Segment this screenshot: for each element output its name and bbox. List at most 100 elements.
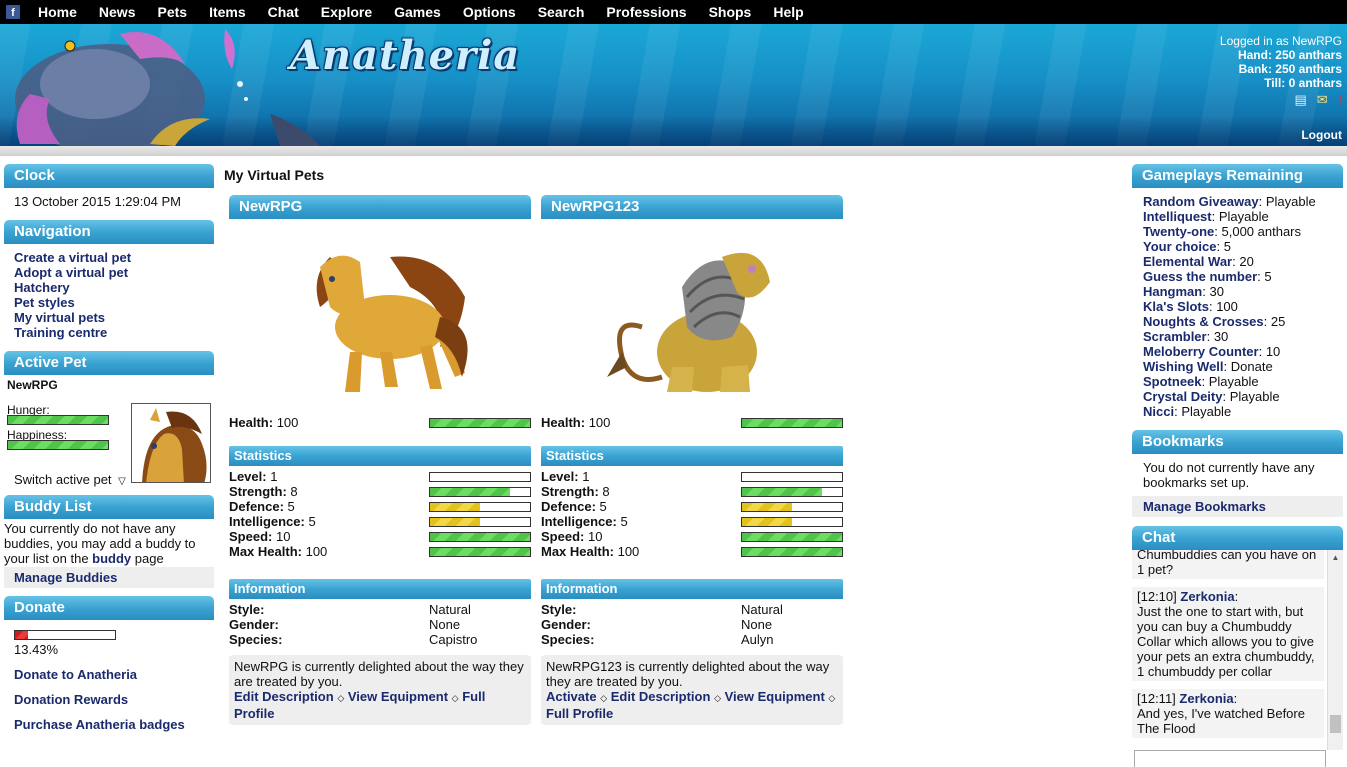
pet-image-capistro[interactable]	[290, 227, 470, 407]
gameplay-item: Random Giveaway: Playable	[1143, 194, 1316, 209]
view-equipment-link[interactable]: View Equipment	[725, 689, 825, 704]
buddy-page-link[interactable]: buddy	[92, 551, 131, 566]
navigation-title: Navigation	[4, 220, 214, 244]
pet-image-aulyn[interactable]	[602, 227, 782, 407]
bookmarks-panel: Bookmarks You do not currently have any …	[1132, 430, 1343, 517]
gameplay-item: Crystal Deity: Playable	[1143, 389, 1280, 404]
edit-description-link[interactable]: Edit Description	[234, 689, 334, 704]
nav-explore[interactable]: Explore	[321, 4, 372, 20]
nav-chat[interactable]: Chat	[268, 4, 299, 20]
health-bar-fill	[742, 418, 842, 427]
mail-icon[interactable]: ✉	[1317, 93, 1328, 107]
nav-professions[interactable]: Professions	[606, 4, 686, 20]
gameplay-link[interactable]: Intelliquest	[1143, 209, 1212, 224]
nav-my-pets[interactable]: My virtual pets	[14, 310, 204, 325]
diamond-separator-icon: ◇	[337, 693, 345, 703]
purchase-badges-link[interactable]: Purchase Anatheria badges	[14, 717, 204, 732]
switch-active-pet[interactable]: Switch active pet ▽	[14, 472, 126, 487]
manage-bookmarks-link[interactable]: Manage Bookmarks	[1143, 499, 1266, 514]
view-equipment-link[interactable]: View Equipment	[348, 689, 448, 704]
gameplay-value: Playable	[1181, 404, 1232, 419]
info-label: Species:	[541, 632, 595, 647]
edit-description-link[interactable]: Edit Description	[611, 689, 711, 704]
scrollbar-thumb[interactable]	[1330, 715, 1341, 733]
gameplay-link[interactable]: Spotneek	[1143, 374, 1202, 389]
stat-value: 10	[587, 529, 603, 544]
gameplay-value: 10	[1265, 344, 1281, 359]
gameplay-item: Your choice: 5	[1143, 239, 1231, 254]
gameplay-link[interactable]: Guess the number	[1143, 269, 1257, 284]
donation-rewards-link[interactable]: Donation Rewards	[14, 692, 204, 707]
pet-name-header[interactable]: NewRPG	[229, 195, 531, 219]
nav-options[interactable]: Options	[463, 4, 516, 20]
gameplay-link[interactable]: Crystal Deity	[1143, 389, 1222, 404]
nav-create-pet[interactable]: Create a virtual pet	[14, 250, 204, 265]
chat-message-text: Just the one to start with, but you can …	[1137, 604, 1315, 679]
information-header: Information	[229, 579, 531, 599]
gameplay-link[interactable]: Twenty-one	[1143, 224, 1214, 239]
gameplay-value: Playable	[1265, 194, 1316, 209]
facebook-icon[interactable]: f	[6, 5, 20, 19]
chat-input[interactable]	[1134, 750, 1326, 767]
gameplay-item: Wishing Well: Donate	[1143, 359, 1273, 374]
alert-icon[interactable]: !	[1338, 93, 1342, 107]
book-icon[interactable]: ▤	[1294, 93, 1306, 107]
nav-items[interactable]: Items	[209, 4, 246, 20]
stat-defence: Defence: 5	[541, 499, 843, 514]
info-label: Style:	[229, 602, 265, 617]
donate-to-anatheria-link[interactable]: Donate to Anatheria	[14, 667, 204, 682]
information-header: Information	[541, 579, 843, 599]
gameplay-link[interactable]: Scrambler	[1143, 329, 1207, 344]
gameplay-link[interactable]: Meloberry Counter	[1143, 344, 1259, 359]
scroll-up-icon[interactable]: ▲	[1328, 553, 1343, 562]
top-nav: f Home News Pets Items Chat Explore Game…	[0, 0, 1347, 24]
stat-intelligence: Intelligence: 5	[229, 514, 531, 529]
nav-adopt-pet[interactable]: Adopt a virtual pet	[14, 265, 204, 280]
chat-scrollbar[interactable]: ▲	[1327, 550, 1343, 750]
full-profile-link[interactable]: Full Profile	[546, 706, 613, 721]
activate-link[interactable]: Activate	[546, 689, 597, 704]
stat-bar	[429, 501, 531, 512]
chat-username[interactable]: Zerkonia	[1180, 589, 1234, 604]
nav-news[interactable]: News	[99, 4, 136, 20]
gameplay-link[interactable]: Hangman	[1143, 284, 1202, 299]
gameplay-link[interactable]: Wishing Well	[1143, 359, 1224, 374]
gameplay-link[interactable]: Random Giveaway	[1143, 194, 1259, 209]
stat-value: 5	[599, 499, 607, 514]
nav-games[interactable]: Games	[394, 4, 441, 20]
stat-speed: Speed: 10	[229, 529, 531, 544]
nav-help[interactable]: Help	[773, 4, 803, 20]
chat-log[interactable]: Chumbuddies can you have on 1 pet? [12:1…	[1132, 550, 1343, 750]
nav-hatchery[interactable]: Hatchery	[14, 280, 204, 295]
chat-timestamp: [12:11]	[1137, 691, 1176, 706]
nav-training-centre[interactable]: Training centre	[14, 325, 204, 340]
info-value: Natural	[741, 602, 783, 617]
gameplay-link[interactable]: Noughts & Crosses	[1143, 314, 1264, 329]
gameplay-item: Hangman: 30	[1143, 284, 1224, 299]
info-label: Gender:	[541, 617, 591, 632]
gameplay-link[interactable]: Your choice	[1143, 239, 1216, 254]
chat-timestamp: [12:10]	[1137, 589, 1177, 604]
active-pet-thumbnail[interactable]	[131, 403, 211, 483]
info-label: Species:	[229, 632, 283, 647]
nav-pet-styles[interactable]: Pet styles	[14, 295, 204, 310]
gameplay-link[interactable]: Elemental War	[1143, 254, 1232, 269]
nav-pets[interactable]: Pets	[157, 4, 187, 20]
nav-search[interactable]: Search	[538, 4, 585, 20]
gameplay-link[interactable]: Nicci	[1143, 404, 1174, 419]
page-title: My Virtual Pets	[224, 167, 325, 183]
nav-shops[interactable]: Shops	[709, 4, 752, 20]
stat-label: Defence:	[229, 499, 284, 514]
logout-link[interactable]: Logout	[1301, 128, 1342, 142]
gameplay-value: Donate	[1230, 359, 1273, 374]
stat-bar	[429, 546, 531, 557]
site-logo[interactable]: Anatheria	[290, 32, 520, 79]
manage-buddies-link[interactable]: Manage Buddies	[14, 570, 117, 585]
happiness-bar	[7, 440, 109, 450]
chat-username[interactable]: Zerkonia	[1179, 691, 1233, 706]
gameplay-value: 100	[1216, 299, 1238, 314]
gameplay-link[interactable]: Kla's Slots	[1143, 299, 1209, 314]
pet-name-header[interactable]: NewRPG123	[541, 195, 843, 219]
nav-home[interactable]: Home	[38, 4, 77, 20]
diamond-separator-icon: ◇	[600, 693, 608, 703]
